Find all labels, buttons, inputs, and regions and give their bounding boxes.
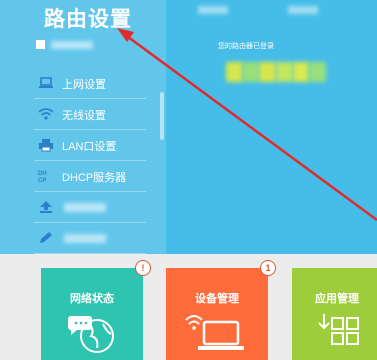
pencil-icon [40,232,52,243]
globe-chat-icon [68,316,114,353]
sidebar-item-upgrade[interactable] [34,192,146,223]
upload-icon [40,201,52,213]
svg-text:DH: DH [38,171,47,177]
card-app-management[interactable]: 应用管理 [292,268,377,360]
card-device-management[interactable]: 设备管理 1 [166,260,276,360]
card-title: 应用管理 [315,293,359,305]
sidebar-item-label: 上网设置 [62,79,106,91]
ip-address-blurred [226,62,327,82]
status-blurred [288,6,318,14]
user-name-blurred [51,41,93,49]
sidebar-item-lan[interactable]: LAN口设置 [34,130,146,161]
card-title: 设备管理 [195,293,239,305]
sidebar-item-label: LAN口设置 [62,141,117,153]
card-network-status[interactable]: 网络状态 ! [41,260,151,360]
count-badge: 1 [260,260,276,276]
sidebar-item-label-blurred [64,203,106,212]
sidebar-item-internet[interactable]: 上网设置 [34,68,146,99]
sidebar-menu: 上网设置 无线设置 LAN口设置 DH CP DHCP服务器 [34,68,146,254]
sidebar-item-label-blurred [64,234,106,243]
user-marker [36,40,45,49]
feature-cards: 网络状态 ! 设备管理 1 应用管理 [0,254,377,360]
laptop-wifi-icon [185,315,244,350]
sidebar-item-label: 无线设置 [62,110,106,122]
dhcp-icon: DH CP [38,171,47,183]
alert-badge: ! [135,260,151,276]
laptop-icon [39,77,53,88]
user-row [36,38,136,54]
sidebar-scrollbar[interactable] [160,92,164,140]
sidebar-title: 路由设置 [44,8,132,31]
svg-text:CP: CP [38,178,46,183]
sidebar-item-wireless[interactable]: 无线设置 [34,99,146,130]
printer-icon [39,139,53,152]
sidebar-item-label: DHCP服务器 [62,172,127,184]
app-grid-icon [318,314,359,345]
login-status-text: 您的路由器已登录 [218,43,274,50]
wifi-icon [38,108,54,120]
status-blurred [198,6,228,14]
card-title: 网络状态 [70,293,114,305]
sidebar-item-edit[interactable] [34,223,146,254]
sidebar-item-dhcp[interactable]: DH CP DHCP服务器 [34,161,146,192]
sidebar: 路由设置 上网设置 无线设置 LAN口设置 DH CP DHCP服务器 [0,0,166,254]
